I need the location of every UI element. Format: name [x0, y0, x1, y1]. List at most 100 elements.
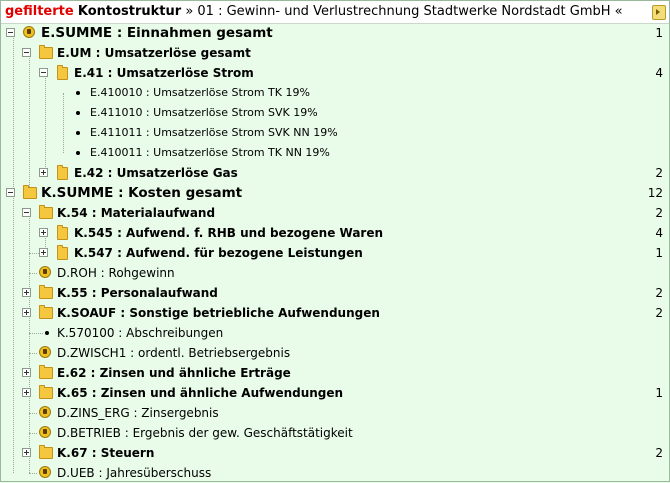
row-count: 1	[655, 386, 663, 400]
account-tree: E.SUMME : Einnahmen gesamt 1 E.UM : Umsa…	[1, 23, 669, 481]
tree-row[interactable]: D.ZINS_ERG : Zinsergebnis	[1, 403, 669, 423]
collapse-toggle-icon[interactable]	[39, 68, 48, 77]
tree-row[interactable]: K.67 : Steuern 2	[1, 443, 669, 463]
header-title: Kontostruktur	[77, 4, 182, 19]
row-label: K.54 : Materialaufwand	[57, 206, 216, 220]
folder-icon	[57, 165, 68, 180]
tree-row[interactable]: K.SUMME : Kosten gesamt 12	[1, 183, 669, 203]
tree-row[interactable]: E.410011 : Umsatzerlöse Strom TK NN 19%	[1, 143, 669, 163]
folder-icon	[39, 285, 53, 299]
row-count: 12	[647, 186, 663, 200]
expand-toggle-icon[interactable]	[22, 288, 31, 297]
calculation-icon	[39, 406, 51, 418]
tree-row[interactable]: D.ROH : Rohgewinn	[1, 263, 669, 283]
calculation-icon	[23, 26, 35, 38]
row-label: D.BETRIEB : Ergebnis der gew. Geschäftst…	[57, 426, 353, 440]
folder-open-icon	[23, 185, 37, 199]
expand-toggle-icon[interactable]	[22, 308, 31, 317]
folder-open-icon	[57, 65, 68, 80]
row-label: D.UEB : Jahresüberschuss	[57, 466, 212, 480]
expand-toggle-icon[interactable]	[39, 248, 48, 257]
row-count: 4	[655, 66, 663, 80]
folder-icon	[39, 445, 53, 459]
header-bar: gefilterte Kontostruktur » 01 : Gewinn- …	[1, 1, 669, 24]
row-count: 2	[655, 206, 663, 220]
expand-toggle-icon[interactable]	[22, 448, 31, 457]
calculation-icon	[39, 346, 51, 358]
bullet-icon	[76, 91, 80, 95]
tree-row[interactable]: K.55 : Personalaufwand 2	[1, 283, 669, 303]
row-count: 2	[655, 166, 663, 180]
collapse-toggle-icon[interactable]	[22, 208, 31, 217]
calculation-icon	[39, 426, 51, 438]
bullet-icon	[76, 151, 80, 155]
row-label: K.SOAUF : Sonstige betriebliche Aufwendu…	[57, 306, 380, 320]
expand-toggle-icon[interactable]	[39, 168, 48, 177]
tree-window: gefilterte Kontostruktur » 01 : Gewinn- …	[0, 0, 670, 482]
collapse-toggle-icon[interactable]	[6, 188, 15, 197]
tree-row[interactable]: E.410010 : Umsatzerlöse Strom TK 19%	[1, 83, 669, 103]
bullet-icon	[45, 331, 49, 335]
tree-row[interactable]: E.42 : Umsatzerlöse Gas 2	[1, 163, 669, 183]
collapse-toggle-icon[interactable]	[22, 48, 31, 57]
row-label: D.ROH : Rohgewinn	[57, 266, 175, 280]
row-count: 2	[655, 446, 663, 460]
row-label: E.410010 : Umsatzerlöse Strom TK 19%	[90, 86, 310, 99]
row-label: E.410011 : Umsatzerlöse Strom TK NN 19%	[90, 146, 330, 159]
row-label: E.411011 : Umsatzerlöse Strom SVK NN 19%	[90, 126, 338, 139]
folder-icon	[57, 245, 68, 260]
header-path: » 01 : Gewinn- und Verlustrechnung Stadt…	[185, 4, 623, 19]
bullet-icon	[76, 131, 80, 135]
row-label: K.65 : Zinsen und ähnliche Aufwendungen	[57, 386, 344, 400]
row-count: 4	[655, 226, 663, 240]
tree-row[interactable]: E.411010 : Umsatzerlöse Strom SVK 19%	[1, 103, 669, 123]
row-label: E.SUMME : Einnahmen gesamt	[41, 25, 273, 41]
calculation-icon	[39, 266, 51, 278]
expand-toggle-icon[interactable]	[39, 228, 48, 237]
row-count: 2	[655, 306, 663, 320]
filter-label: gefilterte	[5, 4, 74, 19]
tree-row[interactable]: E.41 : Umsatzerlöse Strom 4	[1, 63, 669, 83]
row-label: D.ZWISCH1 : ordentl. Betriebsergebnis	[57, 346, 291, 360]
tree-row[interactable]: D.BETRIEB : Ergebnis der gew. Geschäftst…	[1, 423, 669, 443]
row-label: E.62 : Zinsen und ähnliche Erträge	[57, 366, 291, 380]
row-label: E.411010 : Umsatzerlöse Strom SVK 19%	[90, 106, 318, 119]
tree-row[interactable]: D.ZWISCH1 : ordentl. Betriebsergebnis	[1, 343, 669, 363]
row-label: D.ZINS_ERG : Zinsergebnis	[57, 406, 219, 420]
row-label: E.UM : Umsatzerlöse gesamt	[57, 46, 251, 60]
tree-row[interactable]: K.570100 : Abschreibungen	[1, 323, 669, 343]
row-label: E.42 : Umsatzerlöse Gas	[74, 166, 238, 180]
row-count: 2	[655, 286, 663, 300]
tree-row[interactable]: E.SUMME : Einnahmen gesamt 1	[1, 23, 669, 43]
collapse-toggle-icon[interactable]	[6, 28, 15, 37]
bullet-icon	[76, 111, 80, 115]
tree-row[interactable]: K.54 : Materialaufwand 2	[1, 203, 669, 223]
row-label: K.547 : Aufwend. für bezogene Leistungen	[74, 246, 363, 260]
folder-icon	[39, 385, 53, 399]
folder-icon	[39, 365, 53, 379]
row-label: E.41 : Umsatzerlöse Strom	[74, 66, 254, 80]
expand-toggle-icon[interactable]	[22, 388, 31, 397]
folder-icon	[57, 225, 68, 240]
tree-row[interactable]: K.545 : Aufwend. f. RHB und bezogene War…	[1, 223, 669, 243]
tree-row[interactable]: K.65 : Zinsen und ähnliche Aufwendungen …	[1, 383, 669, 403]
row-label: K.570100 : Abschreibungen	[57, 326, 224, 340]
tree-row[interactable]: D.UEB : Jahresüberschuss	[1, 463, 669, 483]
tree-row[interactable]: E.62 : Zinsen und ähnliche Erträge	[1, 363, 669, 383]
row-label: K.545 : Aufwend. f. RHB und bezogene War…	[74, 226, 384, 240]
tree-row[interactable]: E.UM : Umsatzerlöse gesamt	[1, 43, 669, 63]
row-count: 1	[655, 26, 663, 40]
calculation-icon	[39, 466, 51, 478]
tree-row[interactable]: K.547 : Aufwend. für bezogene Leistungen…	[1, 243, 669, 263]
row-label: K.SUMME : Kosten gesamt	[41, 185, 243, 201]
tree-row[interactable]: K.SOAUF : Sonstige betriebliche Aufwendu…	[1, 303, 669, 323]
folder-open-icon	[39, 45, 53, 59]
header-expand-button[interactable]	[652, 5, 666, 20]
row-label: K.55 : Personalaufwand	[57, 286, 218, 300]
row-label: K.67 : Steuern	[57, 446, 155, 460]
folder-open-icon	[39, 205, 53, 219]
row-count: 1	[655, 246, 663, 260]
folder-icon	[39, 305, 53, 319]
tree-row[interactable]: E.411011 : Umsatzerlöse Strom SVK NN 19%	[1, 123, 669, 143]
expand-toggle-icon[interactable]	[22, 368, 31, 377]
